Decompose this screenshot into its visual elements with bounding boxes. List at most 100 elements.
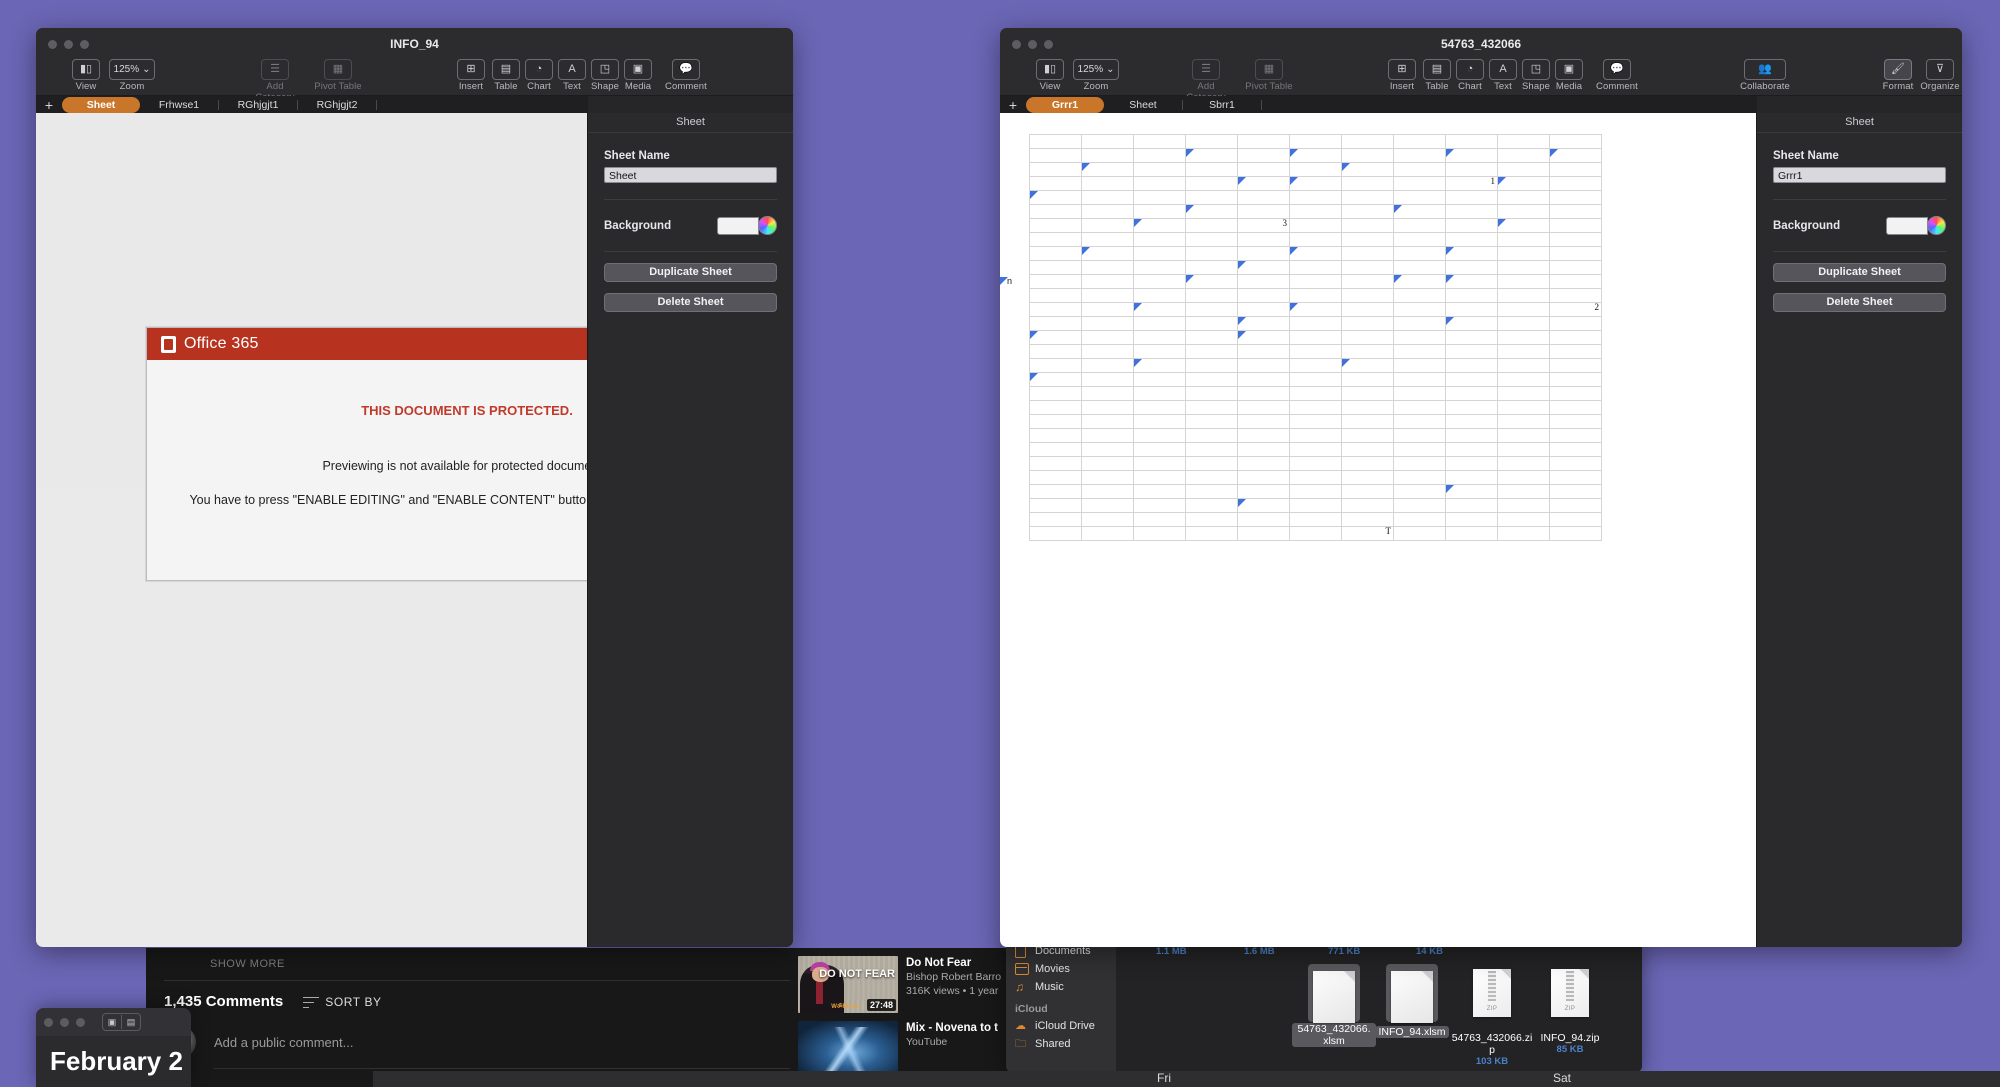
comment-marker-icon[interactable] [1342, 163, 1350, 171]
grid-cell[interactable] [1497, 246, 1550, 261]
sheet-tab-rghjgjt2[interactable]: RGhjgjt2 [298, 97, 376, 113]
grid-cell[interactable] [1497, 148, 1550, 163]
comment-button[interactable]: 💬 Comment [658, 59, 714, 92]
comment-marker-icon[interactable] [1134, 359, 1142, 367]
grid-cell[interactable] [1237, 428, 1290, 443]
grid-cell[interactable] [1029, 498, 1082, 513]
grid-cell[interactable] [1445, 400, 1498, 415]
grid-cell[interactable] [1029, 344, 1082, 359]
grid-cell[interactable] [1081, 484, 1134, 499]
grid-cell[interactable] [1185, 190, 1238, 205]
grid-cell[interactable] [1289, 162, 1342, 177]
grid-cell[interactable] [1445, 358, 1498, 373]
grid-cell[interactable] [1185, 372, 1238, 387]
grid-cell[interactable] [1237, 316, 1290, 331]
sheet-tab-sheet[interactable]: Sheet [1104, 97, 1182, 113]
comment-marker-icon[interactable] [1238, 261, 1246, 269]
grid-cell[interactable] [1289, 316, 1342, 331]
sheet-tab-grrr1[interactable]: Grrr1 [1026, 97, 1104, 113]
grid-cell[interactable] [1549, 358, 1602, 373]
sheet-canvas[interactable]: Office 365 Microsoft THIS DOCUMENT IS PR… [36, 113, 587, 947]
sheet-name-input[interactable]: Sheet [604, 167, 777, 183]
grid-cell[interactable] [1393, 400, 1446, 415]
grid-cell[interactable] [1029, 526, 1082, 541]
grid-cell[interactable] [1445, 526, 1498, 541]
table-row[interactable] [1029, 134, 1602, 149]
grid-cell[interactable] [1237, 470, 1290, 485]
grid-cell[interactable] [1081, 288, 1134, 303]
grid-cell[interactable] [1497, 358, 1550, 373]
grid-cell[interactable] [1029, 316, 1082, 331]
grid-cell[interactable] [1237, 372, 1290, 387]
zoom-control[interactable]: 125% ⌄ Zoom [1068, 59, 1124, 92]
grid-cell[interactable] [1341, 330, 1394, 345]
grid-cell[interactable] [1185, 246, 1238, 261]
grid-cell[interactable] [1497, 344, 1550, 359]
grid-cell[interactable] [1289, 456, 1342, 471]
grid-cell[interactable] [1289, 428, 1342, 443]
calendar-window[interactable]: ▣ ▤ February 2 [36, 1008, 191, 1087]
grid-cell[interactable] [1289, 232, 1342, 247]
grid-cell[interactable]: T [1341, 526, 1394, 541]
grid-cell[interactable] [1237, 414, 1290, 429]
grid-cell[interactable] [1081, 190, 1134, 205]
grid-cell[interactable] [1497, 526, 1550, 541]
grid-cell[interactable] [1081, 302, 1134, 317]
grid-cell[interactable] [1029, 246, 1082, 261]
grid-cell[interactable] [1445, 512, 1498, 527]
grid-cell[interactable] [1133, 134, 1186, 149]
comment-marker-icon[interactable] [1238, 317, 1246, 325]
grid-cell[interactable] [1289, 386, 1342, 401]
numbers-window-info94[interactable]: INFO_94 ▮▯ View 125% ⌄ Zoom ☰ Add Catego… [36, 28, 793, 947]
grid-cell[interactable] [1133, 190, 1186, 205]
grid-cell[interactable] [1029, 176, 1082, 191]
table-row[interactable] [1029, 344, 1602, 359]
comment-marker-icon[interactable] [1446, 485, 1454, 493]
grid-cell[interactable] [1081, 176, 1134, 191]
grid-cell[interactable] [1237, 190, 1290, 205]
grid-cell[interactable] [1237, 456, 1290, 471]
video-channel[interactable]: YouTube [906, 1035, 998, 1049]
grid-cell[interactable] [1549, 274, 1602, 289]
grid-cell[interactable] [1081, 372, 1134, 387]
file-item[interactable]: INFO_94.xlsm [1370, 964, 1454, 1040]
comment-marker-icon[interactable] [1446, 247, 1454, 255]
finder-sidebar[interactable]: Documents Movies ♫ Music iCloud ☁ iCloud… [1006, 942, 1116, 1072]
grid-cell[interactable] [1549, 330, 1602, 345]
grid-cell[interactable] [1393, 414, 1446, 429]
grid-cell[interactable] [1393, 204, 1446, 219]
grid-cell[interactable] [1445, 260, 1498, 275]
grid-cell[interactable] [1133, 484, 1186, 499]
grid-cell[interactable] [1185, 512, 1238, 527]
table-row[interactable] [1029, 358, 1602, 373]
numbers-window-54763[interactable]: 54763_432066 ▮▯ View 125% ⌄ Zoom ☰ Add C… [1000, 28, 1962, 947]
grid-cell[interactable] [1133, 148, 1186, 163]
grid-cell[interactable] [1289, 484, 1342, 499]
table-row[interactable]: 3 [1029, 218, 1602, 233]
grid-cell[interactable] [1497, 176, 1550, 191]
grid-cell[interactable] [1341, 498, 1394, 513]
grid-cell[interactable] [1133, 274, 1186, 289]
grid-cell[interactable] [1497, 386, 1550, 401]
zoom-select[interactable]: 125% ⌄ [109, 59, 155, 80]
sheet-tab-bar[interactable]: + Grrr1 Sheet Sbrr1 [1000, 96, 1757, 114]
grid-cell[interactable] [1393, 372, 1446, 387]
table-row[interactable]: 1 [1029, 176, 1602, 191]
file-item[interactable]: 54763_432066.xlsm [1292, 964, 1376, 1049]
grid-cell[interactable] [1549, 316, 1602, 331]
grid-cell[interactable] [1029, 456, 1082, 471]
grid-cell[interactable] [1341, 414, 1394, 429]
grid-cell[interactable] [1133, 512, 1186, 527]
pivot-table-icon[interactable]: ▦ [1255, 59, 1283, 80]
grid-cell[interactable] [1289, 498, 1342, 513]
grid-cell[interactable] [1445, 190, 1498, 205]
sheet-tab-rghjgjt1[interactable]: RGhjgjt1 [219, 97, 297, 113]
grid-cell[interactable] [1185, 400, 1238, 415]
grid-cell[interactable] [1237, 386, 1290, 401]
grid-cell[interactable] [1393, 456, 1446, 471]
file-name[interactable]: INFO_94.xlsm [1375, 1026, 1449, 1038]
grid-cell[interactable] [1133, 344, 1186, 359]
grid-cell[interactable] [1029, 162, 1082, 177]
grid-cell[interactable] [1497, 330, 1550, 345]
media-icon[interactable]: ▣ [624, 59, 652, 80]
